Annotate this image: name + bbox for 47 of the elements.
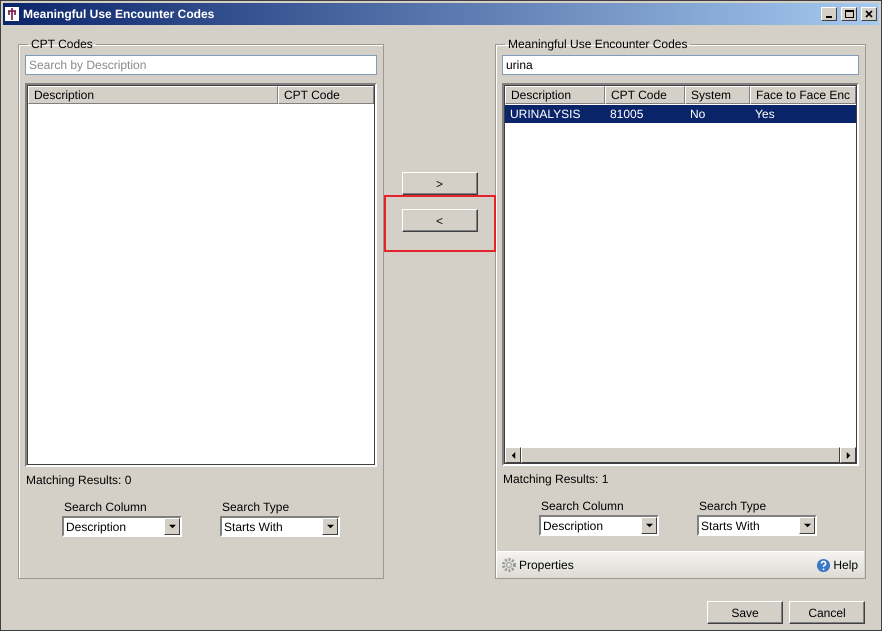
window-title: Meaningful Use Encounter Codes	[23, 7, 216, 21]
cancel-button[interactable]: Cancel	[789, 601, 865, 624]
properties-button[interactable]: Properties	[501, 557, 574, 573]
group-title: CPT Codes	[30, 37, 94, 51]
caret-icon	[804, 522, 810, 529]
field-label: Search Type	[221, 500, 290, 514]
table-cell-text: 81005	[609, 106, 644, 123]
caret-icon	[168, 523, 176, 530]
app-icon	[5, 7, 19, 21]
help-button[interactable]: Help	[816, 558, 858, 572]
field-label: Search Column	[63, 500, 148, 514]
search-field[interactable]: Search by Description	[25, 55, 377, 75]
field-label: Search Type	[698, 499, 768, 513]
column-header[interactable]: System	[685, 86, 750, 104]
transfer-button[interactable]: >	[402, 172, 478, 195]
column-header[interactable]: CPT Code	[278, 86, 374, 104]
table-cell-text: Yes	[754, 106, 776, 123]
caret-icon	[326, 523, 334, 530]
column-header[interactable]: CPT Code	[605, 86, 685, 104]
dropdown[interactable]: Starts With	[220, 516, 340, 537]
right-arrow-icon	[844, 452, 852, 458]
table-row[interactable]: URINALYSIS 81005 No Yes	[505, 105, 856, 123]
field-label: Search Column	[540, 499, 625, 513]
column-header[interactable]: Face to Face Enc	[750, 86, 856, 104]
minimize-button[interactable]	[821, 7, 837, 21]
group-title: Meaningful Use Encounter Codes	[507, 37, 688, 51]
caret-icon	[646, 522, 652, 529]
left-arrow-icon	[510, 452, 516, 458]
search-field[interactable]: urina	[502, 55, 860, 75]
dropdown[interactable]: Starts With	[697, 515, 817, 536]
dropdown[interactable]: Description	[62, 516, 182, 537]
save-button[interactable]: Save	[707, 601, 783, 624]
maximize-icon	[844, 10, 854, 18]
horizontal-scrollbar[interactable]	[505, 447, 856, 463]
table-cell-text: No	[689, 106, 706, 123]
gear-icon	[501, 557, 517, 573]
column-header[interactable]: Description	[28, 86, 278, 104]
matching-results: Matching Results: 1	[502, 472, 610, 486]
dropdown[interactable]: Description	[539, 515, 659, 536]
matching-results: Matching Results: 0	[25, 473, 132, 487]
help-icon	[816, 558, 832, 572]
maximize-button[interactable]	[841, 7, 857, 21]
transfer-button[interactable]: <	[402, 209, 478, 232]
close-button[interactable]	[861, 7, 877, 21]
column-header[interactable]: Description	[505, 86, 605, 104]
close-icon	[865, 10, 873, 18]
table-cell-text: URINALYSIS	[509, 106, 582, 123]
